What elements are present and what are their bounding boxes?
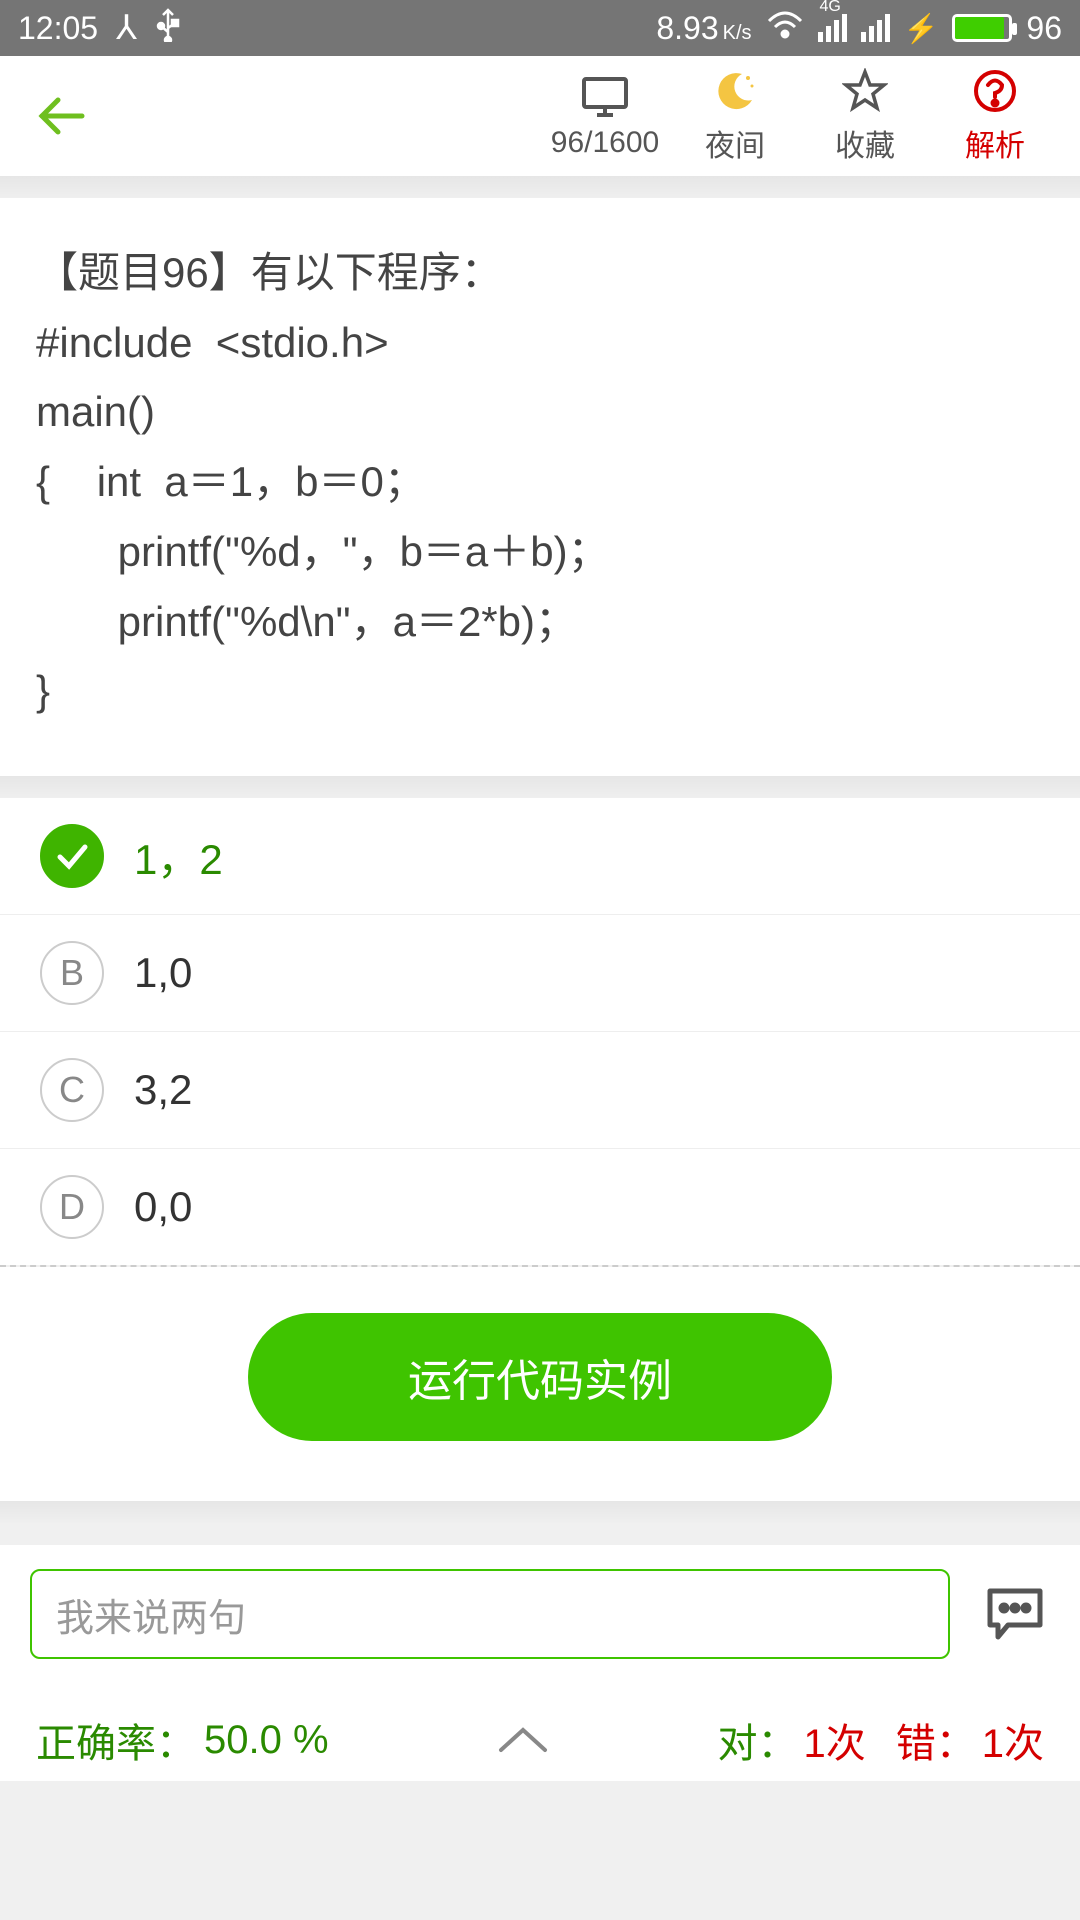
code-line: { int a＝1，b＝0；	[36, 447, 1044, 517]
divider	[0, 1501, 1080, 1523]
network-speed: 8.93 K/s	[656, 10, 751, 47]
moon-icon	[712, 67, 758, 115]
options-list: 1，2 B 1,0 C 3,2 D 0,0	[0, 798, 1080, 1265]
run-section: 运行代码实例	[0, 1267, 1080, 1501]
progress-label: 96/1600	[551, 126, 659, 160]
signal-4g-icon: 4G	[818, 14, 847, 42]
accuracy-label: 正确率：	[36, 1711, 196, 1769]
code-line: printf("%d，"，b＝a＋b)；	[36, 517, 1044, 587]
option-letter: B	[40, 941, 104, 1005]
run-code-button[interactable]: 运行代码实例	[248, 1313, 832, 1441]
stats-bar[interactable]: 正确率： 50.0 % 对： 1次 错： 1次	[0, 1683, 1080, 1781]
wrong-value: 1次	[982, 1711, 1044, 1769]
status-left: 12:05 ⅄	[18, 6, 181, 50]
code-line: main()	[36, 377, 1044, 447]
option-text: 1，2	[134, 826, 223, 887]
favorite-button[interactable]: 收藏	[800, 67, 930, 165]
comment-input[interactable]: 我来说两句	[30, 1569, 950, 1659]
question-title: 【题目96】有以下程序：	[36, 238, 1044, 308]
code-line: #include <stdio.h>	[36, 308, 1044, 378]
charging-icon: ⚡	[904, 12, 939, 45]
divider	[0, 176, 1080, 198]
wrong-label: 错：	[896, 1711, 976, 1769]
signal-icon	[861, 14, 890, 42]
analysis-label: 解析	[965, 121, 1025, 165]
monitor-icon	[580, 72, 630, 120]
analysis-button[interactable]: 解析	[930, 67, 1060, 165]
comment-bar: 我来说两句	[0, 1545, 1080, 1683]
night-label: 夜间	[705, 121, 765, 165]
battery-text: 96	[1026, 10, 1062, 47]
question-circle-icon	[972, 67, 1018, 115]
option-letter: C	[40, 1058, 104, 1122]
option-b[interactable]: B 1,0	[0, 915, 1080, 1032]
accuracy-value: 50.0 %	[204, 1718, 329, 1763]
wifi-icon	[766, 9, 804, 47]
hotspot-icon: ⅄	[116, 8, 137, 48]
code-line: }	[36, 656, 1044, 726]
status-time: 12:05	[18, 10, 98, 47]
option-a[interactable]: 1，2	[0, 798, 1080, 915]
divider	[0, 776, 1080, 798]
option-c[interactable]: C 3,2	[0, 1032, 1080, 1149]
option-text: 3,2	[134, 1066, 192, 1114]
correct-label: 对：	[718, 1711, 798, 1769]
usb-icon	[155, 6, 181, 50]
option-letter: D	[40, 1175, 104, 1239]
favorite-label: 收藏	[835, 121, 895, 165]
code-line: printf("%d\n"，a＝2*b)；	[36, 587, 1044, 657]
status-right: 8.93 K/s 4G ⚡ 96	[656, 9, 1062, 47]
option-text: 1,0	[134, 949, 192, 997]
progress-button[interactable]: 96/1600	[540, 72, 670, 160]
night-mode-button[interactable]: 夜间	[670, 67, 800, 165]
back-button[interactable]	[30, 86, 90, 146]
correct-value: 1次	[804, 1711, 866, 1769]
status-bar: 12:05 ⅄ 8.93 K/s 4G	[0, 0, 1080, 56]
star-icon	[842, 67, 888, 115]
comment-placeholder: 我来说两句	[56, 1587, 246, 1642]
check-icon	[40, 824, 104, 888]
option-d[interactable]: D 0,0	[0, 1149, 1080, 1265]
battery-icon	[952, 14, 1012, 42]
app-header: 96/1600 夜间 收藏 解析	[0, 56, 1080, 176]
chevron-up-icon	[329, 1724, 718, 1756]
option-text: 0,0	[134, 1183, 192, 1231]
comments-button[interactable]	[980, 1579, 1050, 1649]
question-card: 【题目96】有以下程序： #include <stdio.h> main() {…	[0, 198, 1080, 776]
